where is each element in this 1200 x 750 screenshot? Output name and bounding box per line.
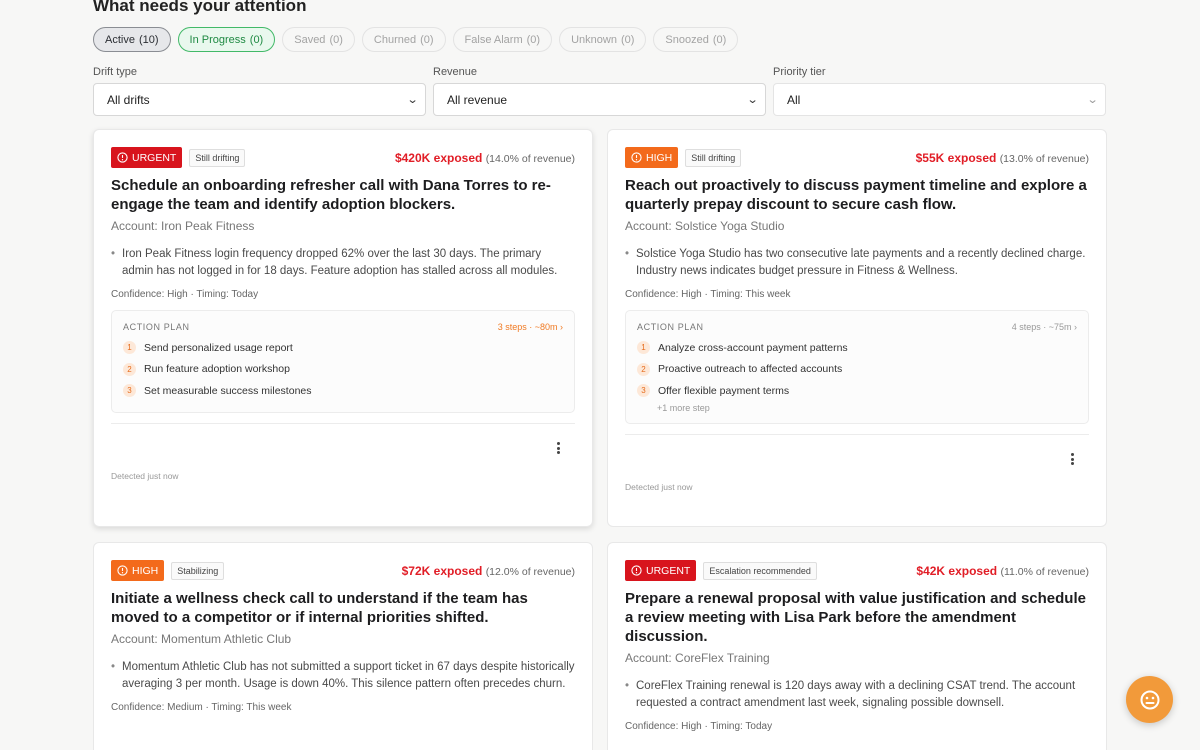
account-name: Account: CoreFlex Training [625,651,770,665]
page-title: What needs your attention [93,0,307,15]
account-name: Account: Momentum Athletic Club [111,632,292,646]
drift-type-filter: Drift type All drifts ⌄ [93,66,426,116]
status-badge: Still drifting [685,148,742,167]
revenue-label: Revenue [433,66,478,78]
detected-time: Detected just now [111,470,179,481]
tab-saved[interactable]: Saved (0) [282,27,355,52]
action-plan-title: ACTION PLAN [123,322,190,332]
plan-step: 2 Proactive outreach to affected accounts [637,359,1077,381]
kebab-menu-icon[interactable] [555,441,561,461]
plan-step: 1 Analyze cross-account payment patterns [637,337,1077,359]
chevron-right-icon: › [560,322,563,332]
action-plan[interactable]: ACTION PLAN 3 steps · ~80m › 1 Send perso… [111,310,575,413]
card-title: Initiate a wellness check call to unders… [111,590,528,626]
priority-tier-select[interactable]: All ⌄ [773,83,1106,116]
status-badge: Still drifting [189,148,246,167]
chevron-right-icon: › [1074,322,1077,332]
attention-card[interactable]: URGENT Still drifting $420K exposed (14.… [93,129,593,527]
status-tabs: Active (10) In Progress (0) Saved (0) Churn… [93,27,739,52]
tab-in-progress[interactable]: In Progress (0) [177,27,276,52]
tab-false-alarm[interactable]: False Alarm (0) [452,27,553,52]
chevron-down-icon: ⌄ [1086,94,1099,106]
alert-circle-icon [631,565,642,576]
action-plan[interactable]: ACTION PLAN 4 steps · ~75m › 1 Analyze cr… [625,310,1089,424]
priority-tier-filter: Priority tier All ⌄ [773,66,1106,116]
tab-unknown[interactable]: Unknown (0) [559,27,647,52]
plan-step: 2 Run feature adoption workshop [123,359,563,381]
signal-bullet: Solstice Yoga Studio has two consecutive… [625,246,1089,280]
action-plan-meta[interactable]: 3 steps · ~80m › [498,322,563,332]
alert-circle-icon [117,152,128,163]
kebab-menu-icon[interactable] [1069,452,1075,472]
confidence-timing: Confidence: High · Timing: Today [625,721,773,732]
revenue-select[interactable]: All revenue ⌄ [433,83,766,116]
action-plan-meta[interactable]: 4 steps · ~75m › [1012,322,1077,332]
exposure: $72K exposed (12.0% of revenue) [401,563,575,578]
assistant-icon [1140,690,1159,709]
signal-bullet: Momentum Athletic Club has not submitted… [111,659,575,693]
confidence-timing: Confidence: High · Timing: Today [111,289,259,300]
attention-card[interactable]: HIGH Still drifting $55K exposed (13.0% … [607,129,1107,527]
plan-step: 3 Offer flexible payment terms [637,380,1077,402]
card-title: Schedule an onboarding refresher call wi… [111,177,551,213]
priority-tier-label: Priority tier [773,66,826,78]
detected-time: Detected just now [625,481,693,492]
tab-churned[interactable]: Churned (0) [361,27,446,52]
tab-snoozed[interactable]: Snoozed (0) [653,27,739,52]
tab-active[interactable]: Active (10) [93,27,171,52]
priority-badge: URGENT [625,560,697,581]
account-name: Account: Solstice Yoga Studio [625,219,785,233]
card-title: Prepare a renewal proposal with value ju… [625,590,1086,645]
status-badge: Stabilizing [171,561,225,580]
filters: Drift type All drifts ⌄ Revenue All reve… [93,66,1107,116]
divider [625,433,1089,435]
exposure: $42K exposed (11.0% of revenue) [916,563,1089,578]
alert-circle-icon [117,565,128,576]
revenue-filter: Revenue All revenue ⌄ [433,66,766,116]
more-steps: +1 more step [657,402,710,413]
drift-type-select[interactable]: All drifts ⌄ [93,83,426,116]
priority-badge: URGENT [111,147,183,168]
status-badge: Escalation recommended [703,561,817,580]
priority-badge: HIGH [111,560,165,581]
confidence-timing: Confidence: Medium · Timing: This week [111,702,292,713]
chevron-down-icon: ⌄ [746,94,759,106]
signal-bullet: CoreFlex Training renewal is 120 days aw… [625,678,1089,712]
plan-step: 3 Set measurable success milestones [123,380,563,402]
signal-bullet: Iron Peak Fitness login frequency droppe… [111,246,575,280]
chevron-down-icon: ⌄ [406,94,419,106]
plan-step: 1 Send personalized usage report [123,337,563,359]
priority-badge: HIGH [625,147,679,168]
assistant-button[interactable] [1126,676,1173,723]
attention-card[interactable]: URGENT Escalation recommended $42K expos… [607,542,1107,750]
exposure: $420K exposed (14.0% of revenue) [394,150,575,165]
alert-circle-icon [631,152,642,163]
exposure: $55K exposed (13.0% of revenue) [915,150,1089,165]
action-plan-title: ACTION PLAN [637,322,704,332]
attention-card[interactable]: HIGH Stabilizing $72K exposed (12.0% of … [93,542,593,750]
divider [111,422,575,424]
account-name: Account: Iron Peak Fitness [111,219,255,233]
confidence-timing: Confidence: High · Timing: This week [625,289,791,300]
card-title: Reach out proactively to discuss payment… [625,177,1087,213]
drift-type-label: Drift type [93,66,138,78]
